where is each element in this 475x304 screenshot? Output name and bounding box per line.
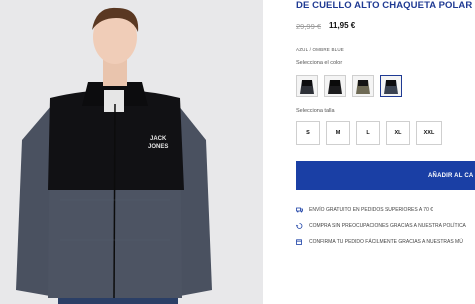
size-option-m[interactable]: M [326,121,350,145]
info-returns-text: COMPRA SIN PREOCUPACIONES GRACIAS A NUES… [309,223,466,229]
brand-logo-text: JACK [150,136,167,142]
info-confirm-text: CONFIRMA TU PEDIDO FÁCILMENTE GRACIAS A … [309,239,463,245]
info-confirm: CONFIRMA TU PEDIDO FÁCILMENTE GRACIAS A … [296,239,463,245]
color-swatch-2[interactable] [324,75,346,97]
info-shipping: ENVÍO GRATUITO EN PEDIDOS SUPERIORES A 7… [296,207,433,213]
color-swatches [296,75,402,97]
add-to-cart-button[interactable]: AÑADIR AL CA [296,161,475,190]
return-icon [296,223,303,229]
calendar-icon [296,239,302,245]
color-label: Selecciona el color [296,60,343,66]
color-swatch-3[interactable] [352,75,374,97]
size-option-xxl[interactable]: XXL [416,121,442,145]
size-option-l[interactable]: L [356,121,380,145]
selected-color-name: AZUL / OMBRE BLUE [296,47,344,52]
color-swatch-1[interactable] [296,75,318,97]
truck-icon [296,207,303,213]
size-selector: S M L XL XXL [296,121,442,145]
size-option-xl[interactable]: XL [386,121,410,145]
svg-text:JONES: JONES [148,144,168,150]
product-photo: JACK JONES [0,0,263,304]
info-returns: COMPRA SIN PREOCUPACIONES GRACIAS A NUES… [296,223,466,229]
original-price: 29,99 € [296,22,322,31]
size-option-s[interactable]: S [296,121,320,145]
product-image[interactable]: JACK JONES [0,0,263,304]
color-swatch-4-selected[interactable] [380,75,402,97]
info-shipping-text: ENVÍO GRATUITO EN PEDIDOS SUPERIORES A 7… [309,207,434,213]
size-label: Selecciona talla [296,108,335,114]
sale-price: 11,95 € [329,21,356,30]
product-title: DE CUELLO ALTO CHAQUETA POLAR [296,0,473,11]
add-to-cart-label: AÑADIR AL CA [428,172,474,179]
